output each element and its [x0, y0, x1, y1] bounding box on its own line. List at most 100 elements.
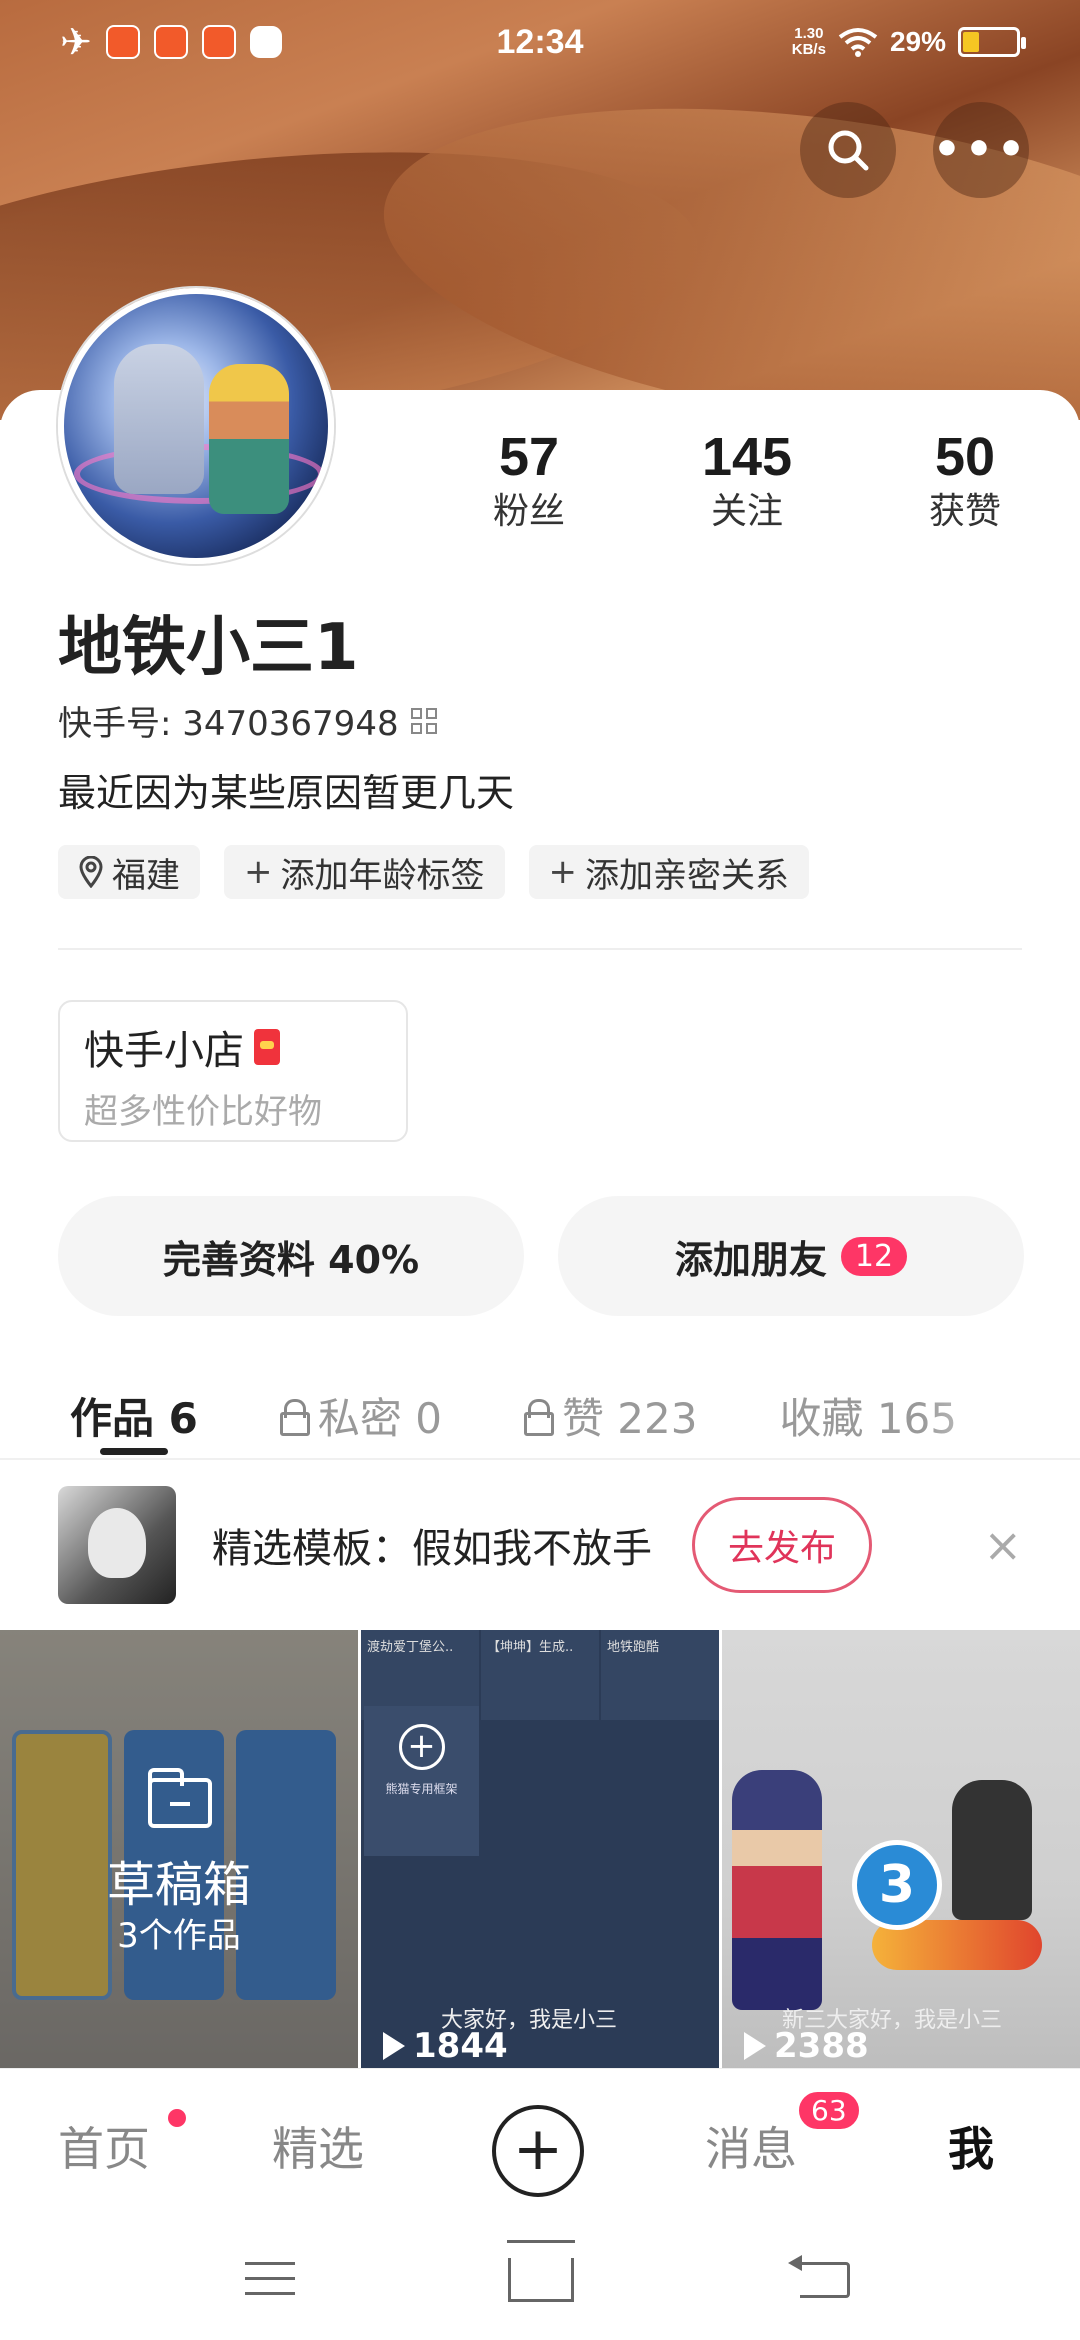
add-friends-button[interactable]: 添加朋友 12 [558, 1196, 1024, 1316]
video-app-icon [249, 26, 282, 58]
add-circle-icon: + [398, 1724, 445, 1770]
profile-stats: 57 粉丝 145 关注 50 获赞 [420, 425, 1074, 535]
system-nav-bar [0, 2220, 1080, 2340]
tab-works[interactable]: 作品 6 [70, 1385, 198, 1446]
video-tile[interactable]: 渡劫爱丁堡公.. 【坤坤】生成.. 地铁跑酷 + 熊猫专用框架 大家好，我是小三… [361, 1630, 719, 2070]
kuaishou-id-row[interactable]: 快手号: 3470367948 [58, 696, 437, 745]
battery-percent: 29% [889, 26, 946, 57]
battery-icon [958, 27, 1026, 57]
likes-label: 获赞 [928, 491, 1001, 532]
battery-fill [963, 32, 980, 52]
location-tag[interactable]: 福建 [58, 845, 200, 899]
add-age-label: 添加年龄标签 [280, 855, 485, 896]
plus-icon: + [548, 852, 578, 892]
mini-card: 地铁跑酷 [601, 1630, 719, 1720]
qr-code-icon[interactable] [410, 707, 437, 734]
search-icon [828, 130, 869, 171]
character-figure [732, 1770, 822, 2010]
template-thumbnail[interactable] [58, 1486, 176, 1604]
play-icon [744, 2032, 766, 2060]
more-dots-icon: ••• [932, 124, 1030, 175]
add-friends-label: 添加朋友 [674, 1237, 827, 1282]
wifi-icon [838, 28, 878, 57]
stat-likes[interactable]: 50 获赞 [856, 425, 1074, 535]
play-count: 1844 [383, 2026, 508, 2066]
bottom-navigation: 首页 精选 + 消息 63 我 [0, 2068, 1080, 2220]
nav-me[interactable]: 我 [948, 2113, 994, 2179]
add-relation-label: 添加亲密关系 [585, 855, 789, 896]
stat-following[interactable]: 145 关注 [638, 425, 856, 535]
drafts-tile[interactable]: 草稿箱 3个作品 [0, 1630, 358, 2070]
close-icon[interactable]: × [983, 1518, 1022, 1572]
add-age-tag[interactable]: + 添加年龄标签 [224, 845, 505, 899]
play-count: 2388 [744, 2026, 869, 2066]
nav-home-dot [168, 2109, 186, 2127]
nav-messages[interactable]: 消息 [705, 2113, 797, 2179]
more-button[interactable]: ••• [933, 102, 1029, 198]
tabs-fade [920, 1370, 1080, 1460]
net-speed-unit: KB/s [791, 41, 826, 58]
username: 地铁小三1 [58, 611, 359, 685]
status-left: ✈ [60, 20, 282, 65]
avatar[interactable] [58, 288, 334, 564]
net-speed-value: 1.30 [794, 25, 824, 42]
publish-button[interactable]: 去发布 [692, 1497, 872, 1593]
kuaishou-id: 快手号: 3470367948 [58, 704, 399, 744]
search-button[interactable] [800, 102, 896, 198]
tab-private[interactable]: 私密 0 [279, 1385, 442, 1446]
content-tabs: 作品 6 私密 0 赞 223 收藏 165 [0, 1370, 1080, 1460]
menu-icon[interactable] [245, 2262, 295, 2298]
shop-title-row: 快手小店 [84, 1018, 382, 1076]
following-label: 关注 [710, 491, 783, 532]
tab-works-label: 作品 6 [70, 1393, 198, 1443]
stat-fans[interactable]: 57 粉丝 [420, 425, 638, 535]
fans-count: 57 [498, 427, 560, 487]
tab-private-label: 私密 0 [317, 1393, 442, 1443]
video-tile[interactable]: 3 新三大家好，我是小三 2388 [722, 1630, 1080, 2070]
kuaishou-shop-card[interactable]: 快手小店 超多性价比好物 [58, 1000, 408, 1142]
back-icon[interactable] [788, 2255, 850, 2298]
location-label: 福建 [112, 855, 180, 896]
bio: 最近因为某些原因暂更几天 [58, 771, 515, 815]
nav-featured[interactable]: 精选 [272, 2113, 364, 2179]
avatar-figure [114, 344, 204, 494]
works-grid: 草稿箱 3个作品 渡劫爱丁堡公.. 【坤坤】生成.. 地铁跑酷 + 熊猫专用框架… [0, 1630, 1080, 2070]
add-friends-badge: 12 [840, 1236, 908, 1276]
app-notification-icon [201, 25, 236, 59]
play-count-value: 2388 [774, 2026, 869, 2066]
plus-caption: 熊猫专用框架 [385, 1782, 458, 1796]
tabs-divider [0, 1458, 1080, 1460]
drafts-count: 3个作品 [117, 1916, 241, 1956]
complete-profile-label: 完善资料 40% [162, 1237, 420, 1282]
airplane-mode-icon: ✈ [60, 21, 92, 64]
shop-subtitle: 超多性价比好物 [84, 1092, 322, 1132]
play-icon [383, 2032, 405, 2060]
section-divider [58, 948, 1022, 950]
mini-card: 【坤坤】生成.. [481, 1630, 599, 1720]
template-text: 精选模板：假如我不放手 [212, 1526, 652, 1572]
app-notification-icon [153, 25, 188, 59]
likes-count: 50 [934, 427, 996, 487]
add-relation-tag[interactable]: + 添加亲密关系 [528, 845, 809, 899]
red-packet-icon [254, 1029, 280, 1065]
countdown-number: 3 [852, 1840, 942, 1930]
shop-title: 快手小店 [84, 1028, 244, 1074]
character-figure [952, 1780, 1032, 1920]
lock-icon [523, 1399, 554, 1436]
status-bar: ✈ 12:34 1.30 KB/s 29% [0, 0, 1080, 84]
lock-icon [279, 1399, 310, 1436]
play-count-value: 1844 [413, 2026, 508, 2066]
template-frame: + 熊猫专用框架 [364, 1706, 479, 1856]
complete-profile-button[interactable]: 完善资料 40% [58, 1196, 524, 1316]
location-pin-icon [79, 856, 103, 888]
nav-home[interactable]: 首页 [58, 2113, 150, 2179]
folder-icon [148, 1768, 212, 1828]
profile-tags: 福建 + 添加年龄标签 + 添加亲密关系 [58, 845, 809, 899]
home-icon[interactable] [508, 2258, 574, 2302]
tab-liked[interactable]: 赞 223 [523, 1385, 698, 1446]
avatar-figure [209, 364, 289, 514]
fans-label: 粉丝 [492, 491, 565, 532]
create-button[interactable]: + [492, 2105, 584, 2197]
messages-badge: 63 [796, 2089, 862, 2132]
tab-liked-label: 赞 223 [561, 1393, 698, 1443]
